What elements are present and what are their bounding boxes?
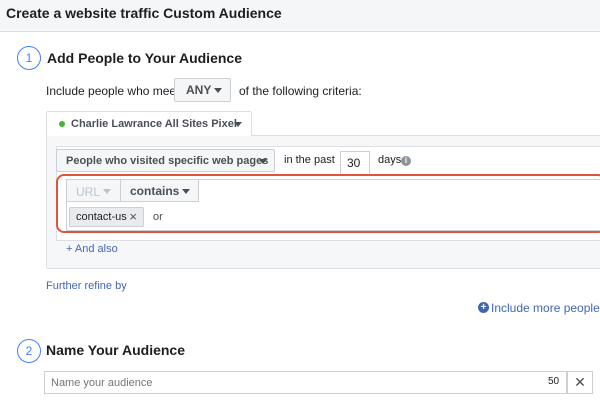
chevron-down-icon xyxy=(259,158,267,164)
chevron-down-icon xyxy=(182,188,190,194)
remove-tag-icon[interactable]: × xyxy=(129,209,137,224)
include-more-people-link[interactable]: Include more people xyxy=(491,301,600,315)
and-also-link[interactable]: + And also xyxy=(66,243,118,255)
step-2-title: Name Your Audience xyxy=(46,342,186,358)
step-1-badge: 1 xyxy=(17,46,41,70)
url-field-label: URL xyxy=(76,185,101,199)
operator-label: contains xyxy=(130,184,180,198)
chevron-down-icon xyxy=(103,188,111,194)
in-the-past-label: in the past xyxy=(284,154,335,166)
visitor-type-label: People who visited specific web pages xyxy=(66,154,269,167)
page-title: Create a website traffic Custom Audience xyxy=(6,5,282,21)
pixel-status-dot-icon xyxy=(59,121,65,127)
char-limit-counter: 50 xyxy=(548,376,560,387)
pixel-selector-dropdown[interactable]: Charlie Lawrance All Sites Pixel xyxy=(46,111,252,136)
pixel-name: Charlie Lawrance All Sites Pixel xyxy=(71,118,237,130)
info-icon[interactable]: i xyxy=(401,156,411,166)
operator-dropdown[interactable]: contains xyxy=(121,180,199,202)
step-1-title: Add People to Your Audience xyxy=(47,50,242,66)
visitor-type-dropdown[interactable]: People who visited specific web pages xyxy=(56,149,275,172)
page-header: Create a website traffic Custom Audience xyxy=(0,0,600,32)
include-prefix-text: Include people who meet xyxy=(46,84,180,98)
include-suffix-text: of the following criteria: xyxy=(239,84,362,98)
url-tag-label: contact-us xyxy=(76,211,127,223)
clear-input-button[interactable]: ✕ xyxy=(567,371,593,394)
audience-name-input[interactable] xyxy=(44,371,567,394)
step-2-badge: 2 xyxy=(17,339,41,363)
match-type-dropdown[interactable]: ANY xyxy=(174,78,231,102)
or-label: or xyxy=(153,211,163,223)
url-field-dropdown[interactable]: URL xyxy=(67,180,121,202)
url-rule-editor: URL contains contact-us × or xyxy=(66,179,600,231)
further-refine-link[interactable]: Further refine by xyxy=(46,280,127,292)
days-input[interactable]: 30 xyxy=(340,151,370,175)
chevron-down-icon xyxy=(234,122,242,127)
match-type-label: ANY xyxy=(186,83,212,97)
chevron-down-icon xyxy=(214,88,222,93)
url-tag: contact-us × xyxy=(69,207,144,227)
plus-circle-icon[interactable]: + xyxy=(478,302,489,313)
days-label: days xyxy=(378,154,402,166)
